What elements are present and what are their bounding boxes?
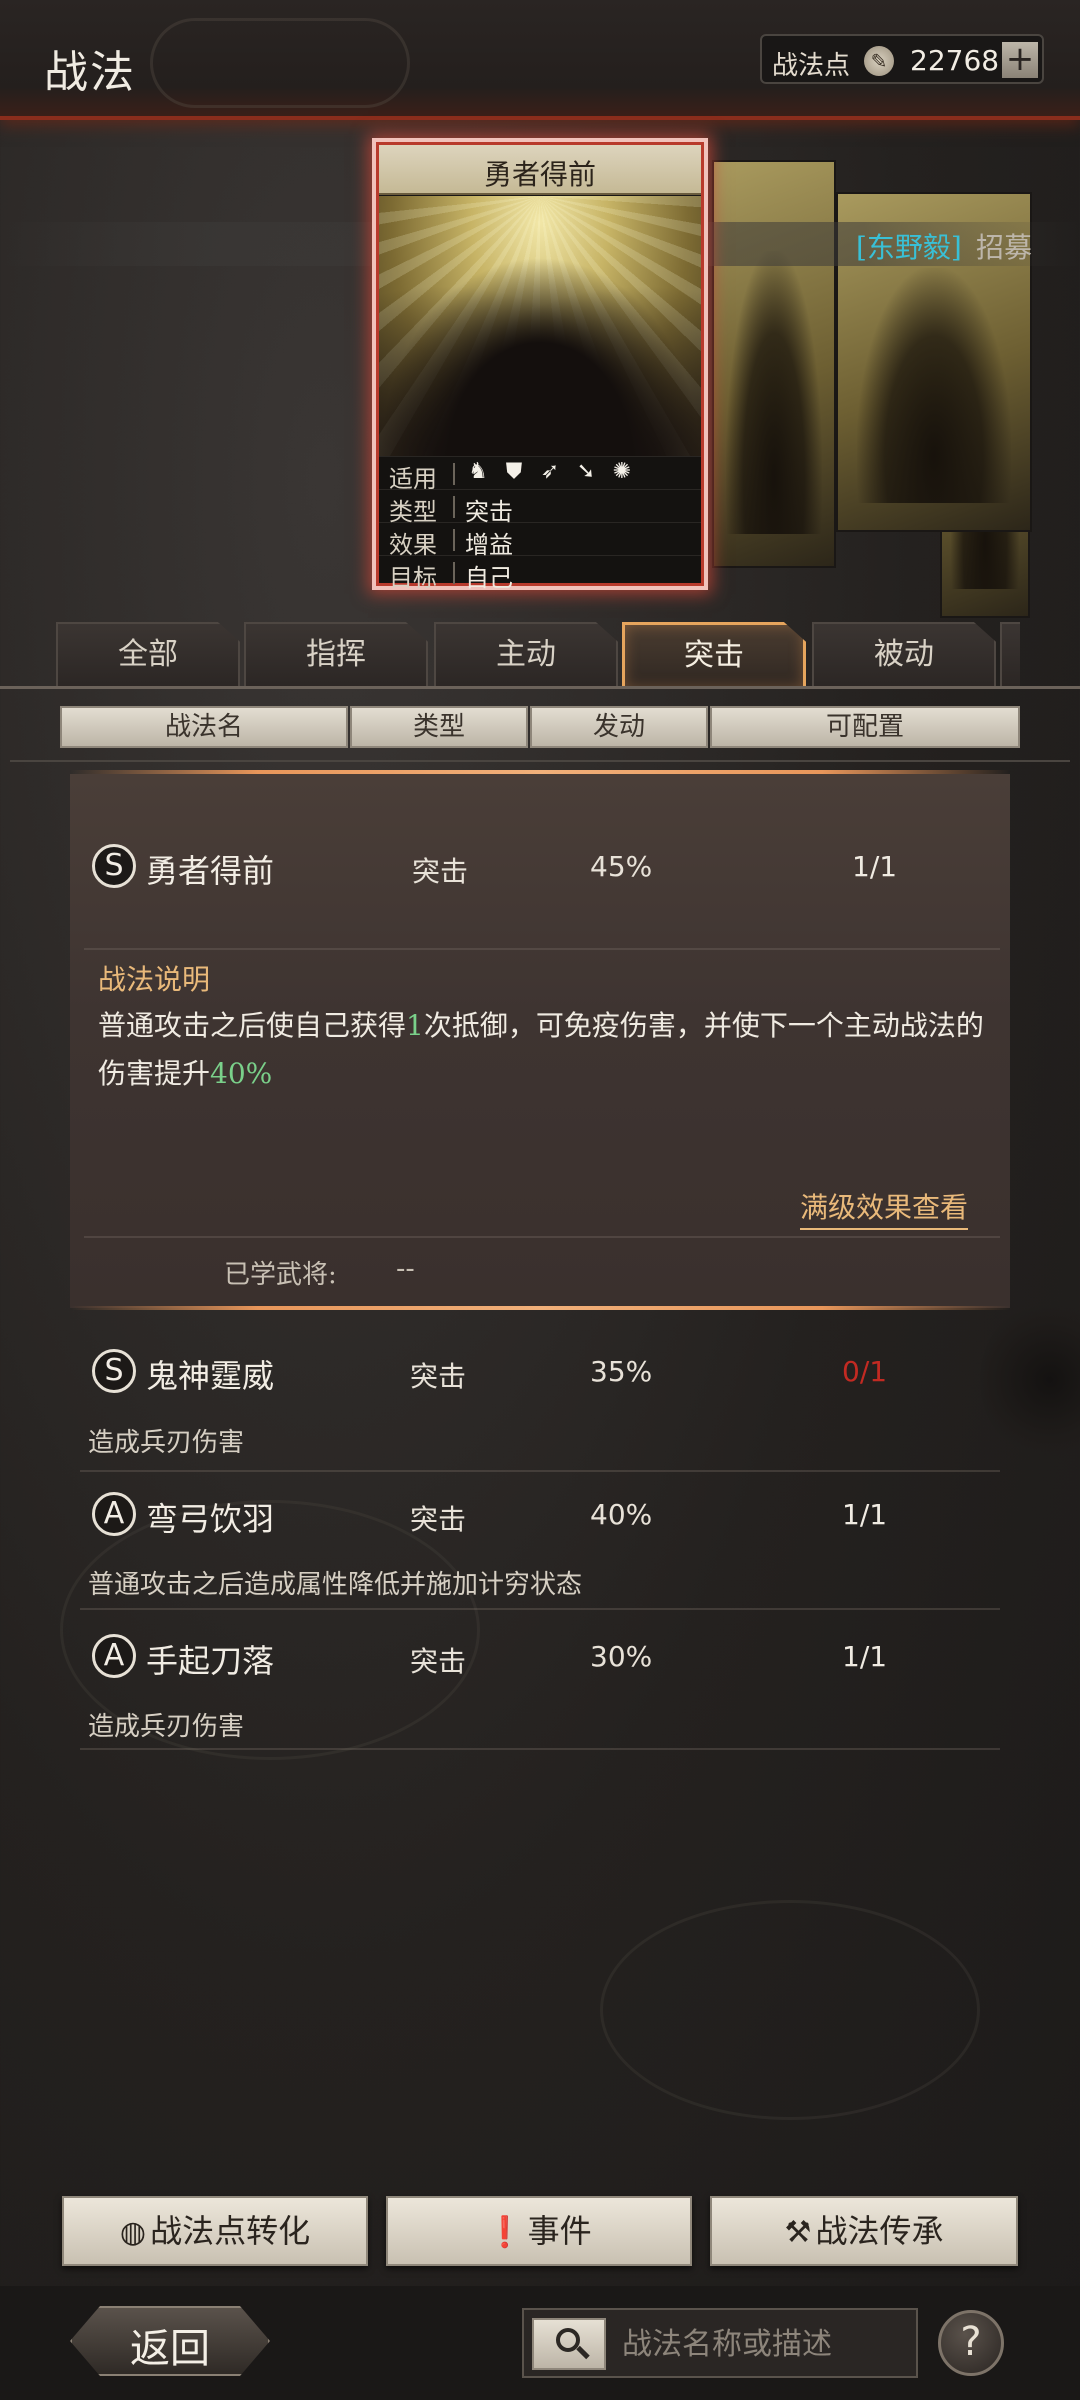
event-button[interactable]: ❗ 事件 (386, 2196, 692, 2266)
info-divider (453, 496, 455, 518)
header-bar: 战法 战法点 ✎ 22768 + (0, 0, 1080, 120)
tab-all[interactable]: 全部 (56, 622, 240, 688)
shield-icon: ⛊ (505, 459, 523, 484)
row-divider (80, 1470, 1000, 1472)
description-highlight: 40% (210, 1057, 273, 1090)
column-header-config[interactable]: 可配置 (710, 706, 1020, 748)
background-swirl (600, 1900, 980, 2120)
search-icon[interactable] (532, 2318, 606, 2370)
tactic-rate: 45% (590, 850, 653, 883)
learned-generals-value: -- (396, 1254, 415, 1284)
search-box (522, 2308, 918, 2378)
tab-assault[interactable]: 突击 (622, 622, 806, 688)
tactic-name: 弯弓饮羽 (146, 1500, 275, 1538)
tactic-type: 突击 (412, 855, 469, 888)
target-label: 目标 (389, 564, 437, 592)
tactic-rate: 40% (590, 1498, 653, 1531)
tactic-description: 造成兵刃伤害 (88, 1428, 245, 1458)
tactic-config: 0/1 (842, 1355, 888, 1388)
tactic-config: 1/1 (852, 850, 898, 883)
add-points-button[interactable]: + (1002, 42, 1038, 78)
tactic-points-label: 战法点 (772, 51, 851, 81)
column-header-type[interactable]: 类型 (350, 706, 528, 748)
card-artwork (379, 196, 701, 456)
tabs-underline (0, 686, 1080, 689)
tactic-type: 突击 (410, 1645, 467, 1678)
cavalry-icon: ♞ (468, 459, 488, 484)
card-info-effect: 效果 增益 (379, 522, 701, 559)
alert-icon: ❗ (486, 2215, 524, 2250)
tactic-points-display: 战法点 ✎ 22768 + (760, 34, 1044, 84)
hammer-icon: ⚒ (784, 2215, 812, 2250)
back-label: 返回 (130, 2326, 210, 2372)
help-button[interactable]: ? (938, 2310, 1004, 2376)
tactic-name: 手起刀落 (146, 1642, 275, 1680)
row-divider (84, 1236, 1000, 1238)
troop-icons: ♞ ⛊ ➶ ➘ ✺ (465, 459, 645, 485)
tab-active[interactable]: 主动 (434, 622, 618, 688)
header-ornament (150, 18, 410, 108)
info-divider (453, 463, 455, 485)
card-info-applicable: 适用 ♞ ⛊ ➶ ➘ ✺ (379, 456, 701, 493)
row-divider (84, 948, 1000, 950)
tactic-rate: 35% (590, 1355, 653, 1388)
header-divider (10, 760, 1070, 762)
tactic-description: 造成兵刃伤害 (88, 1712, 245, 1742)
tactic-points-value: 22768 (910, 44, 1000, 77)
page-title: 战法 (44, 47, 136, 98)
tactic-type: 突击 (410, 1503, 467, 1536)
tactic-rate: 30% (590, 1640, 653, 1673)
info-divider (453, 562, 455, 584)
tactic-card-stack: [东野毅] 招募 勇者得前 适用 ♞ ⛊ ➶ ➘ ✺ 类型 突击 效果 增益 目… (0, 130, 1080, 618)
card-info-type: 类型 突击 (379, 489, 701, 526)
full-level-effect-link[interactable]: 满级效果查看 (800, 1186, 969, 1230)
grade-badge: A (92, 1492, 136, 1536)
wheel-icon: ✺ (612, 459, 632, 484)
row-divider (80, 1748, 1000, 1750)
card-title: 勇者得前 (483, 158, 596, 191)
learned-generals-label: 已学武将: (224, 1260, 337, 1290)
tactic-name: 勇者得前 (146, 852, 275, 890)
tab-command[interactable]: 指挥 (244, 622, 428, 688)
tab-overflow[interactable] (1000, 622, 1020, 688)
row-divider (80, 1608, 1000, 1610)
inherit-label: 战法传承 (815, 2212, 944, 2250)
inherit-tactic-button[interactable]: ⚒ 战法传承 (710, 2196, 1018, 2266)
description-text: 普通攻击之后使自己获得1次抵御，可免疫伤害，并使下一个主动战法的伤害提升40% (98, 1002, 1008, 1098)
card-info-target: 目标 自己 (379, 555, 701, 592)
card-title-bar: 勇者得前 (379, 145, 701, 195)
grade-badge: A (92, 1634, 136, 1678)
tactic-type: 突击 (410, 1360, 467, 1393)
card-info-panel: 适用 ♞ ⛊ ➶ ➘ ✺ 类型 突击 效果 增益 目标 自己 (379, 456, 701, 592)
tactic-config: 1/1 (842, 1640, 888, 1673)
target-value: 自己 (465, 564, 513, 592)
info-divider (453, 529, 455, 551)
hero-name-link[interactable]: [东野毅] (856, 226, 962, 266)
hero-recruit-text: 招募 (976, 231, 1033, 264)
description-part: 普通攻击之后使自己获得 (98, 1009, 407, 1042)
tab-passive[interactable]: 被动 (812, 622, 996, 688)
flame-icon: ◍ (119, 2215, 147, 2250)
search-input[interactable] (620, 2322, 910, 2366)
tactic-name: 鬼神霆威 (146, 1357, 275, 1395)
tactic-config: 1/1 (842, 1498, 888, 1531)
event-label: 事件 (527, 2212, 592, 2250)
grade-badge: S (92, 1349, 136, 1393)
back-button[interactable]: 返回 (70, 2306, 270, 2376)
spear-icon: ➘ (576, 459, 596, 484)
tactic-category-tabs: 全部 指挥 主动 突击 被动 (0, 622, 1080, 688)
convert-points-label: 战法点转化 (150, 2212, 311, 2250)
description-highlight: 1 (406, 1009, 424, 1042)
column-header-name[interactable]: 战法名 (60, 706, 348, 748)
tactic-description: 普通攻击之后造成属性降低并施加计穷状态 (88, 1570, 583, 1600)
convert-points-button[interactable]: ◍ 战法点转化 (62, 2196, 368, 2266)
selected-tactic-card[interactable]: 勇者得前 适用 ♞ ⛊ ➶ ➘ ✺ 类型 突击 效果 增益 目标 自己 (372, 138, 708, 592)
bow-icon: ➶ (540, 459, 560, 484)
compass-icon: ✎ (864, 46, 894, 76)
description-title: 战法说明 (98, 963, 211, 996)
grade-badge: S (92, 844, 136, 888)
column-header-rate[interactable]: 发动 (530, 706, 708, 748)
selected-row-bottom-glow (70, 1306, 1010, 1310)
